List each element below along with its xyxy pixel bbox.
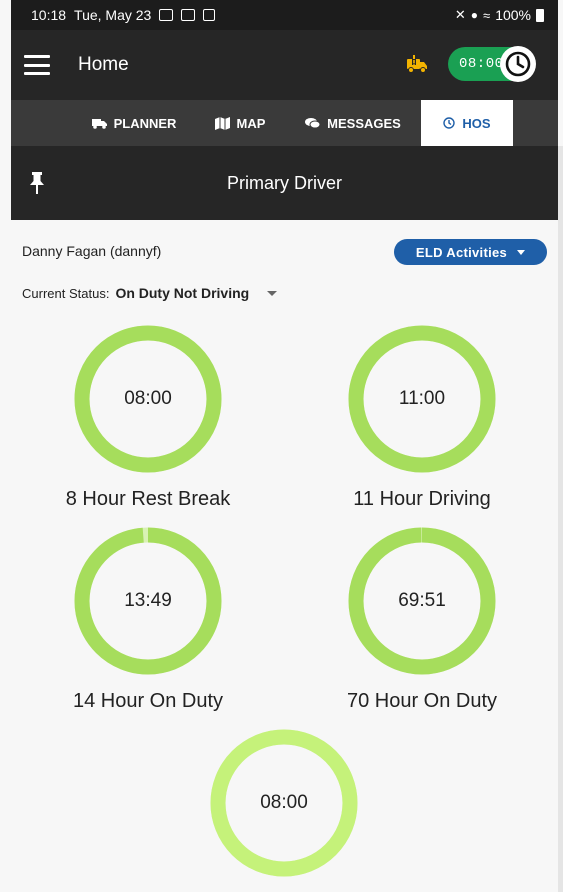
location-icon: ● [470,8,479,22]
app-bar: Home 08:00 [11,30,558,100]
tab-planner-label: PLANNER [113,115,177,131]
gauge-on-duty-70: 69:51 [347,526,497,676]
caret-down-icon [517,249,526,255]
mute-icon: ✕ [454,7,466,22]
duty-toggle-time: 08:00 [459,56,504,72]
gauge-time: 08:00 [124,388,172,409]
tab-planner[interactable]: PLANNER [79,100,189,146]
hos-panel: Danny Fagan (dannyf) ELD Activities Curr… [11,220,558,892]
map-icon [214,116,230,130]
eld-activities-label: ELD Activities [415,244,508,260]
gauge-rest-break: 08:00 [73,324,223,474]
gauge-time: 69:51 [398,590,446,611]
main-tabs: PLANNER MAP MESSAGES HOS [11,100,558,146]
gauge-extra: 08:00 [209,728,359,878]
clock-time: 10:18 [31,7,67,23]
gauge-label-driving: 11 Hour Driving [353,488,491,510]
tab-hos-label: HOS [462,115,491,131]
current-status-value[interactable]: On Duty Not Driving [115,285,249,301]
truck-icon [91,118,107,129]
battery-percent: 100% [495,7,531,23]
current-status-row: Current Status: On Duty Not Driving [22,285,278,301]
app-title: Home [78,54,129,75]
system-status-bar: 10:18 Tue, May 23 ✕ ● ≈ 100% [11,0,558,30]
tab-map[interactable]: MAP [202,100,278,146]
battery-icon [536,8,544,22]
driver-name: Danny Fagan (dannyf) [22,243,162,259]
gauge-time: 13:49 [124,590,172,611]
driver-header: Primary Driver [11,146,558,220]
gallery-notification-icon [159,9,174,21]
gauge-on-duty-14: 13:49 [73,526,223,676]
gauge-label-on-duty-70: 70 Hour On Duty [346,690,498,712]
clock-date: Tue, May 23 [74,7,152,23]
photo-notification-icon [181,9,196,21]
clock-icon [500,46,536,82]
section-title: Primary Driver [227,173,342,193]
tab-messages[interactable]: MESSAGES [293,100,413,146]
current-status-label: Current Status: [22,285,110,301]
menu-icon[interactable] [24,55,50,75]
duty-status-toggle[interactable]: 08:00 [448,46,536,82]
clock-icon [443,117,456,129]
tab-hos[interactable]: HOS [421,100,513,146]
truck-alert-icon[interactable] [406,54,428,74]
gauge-label-on-duty-14: 14 Hour On Duty [72,690,224,712]
tab-messages-label: MESSAGES [327,115,401,131]
gauge-time: 08:00 [260,792,308,813]
teams-notification-icon [203,9,216,21]
tab-map-label: MAP [236,115,266,131]
chat-icon [305,118,321,129]
wifi-icon: ≈ [483,7,491,23]
eld-activities-button[interactable]: ELD Activities [394,239,547,265]
gauge-label-rest-break: 8 Hour Rest Break [65,488,231,510]
status-dropdown-icon[interactable] [267,290,278,296]
gauge-driving: 11:00 [347,324,497,474]
scrollbar[interactable] [558,146,563,892]
gauge-time: 11:00 [398,388,446,409]
